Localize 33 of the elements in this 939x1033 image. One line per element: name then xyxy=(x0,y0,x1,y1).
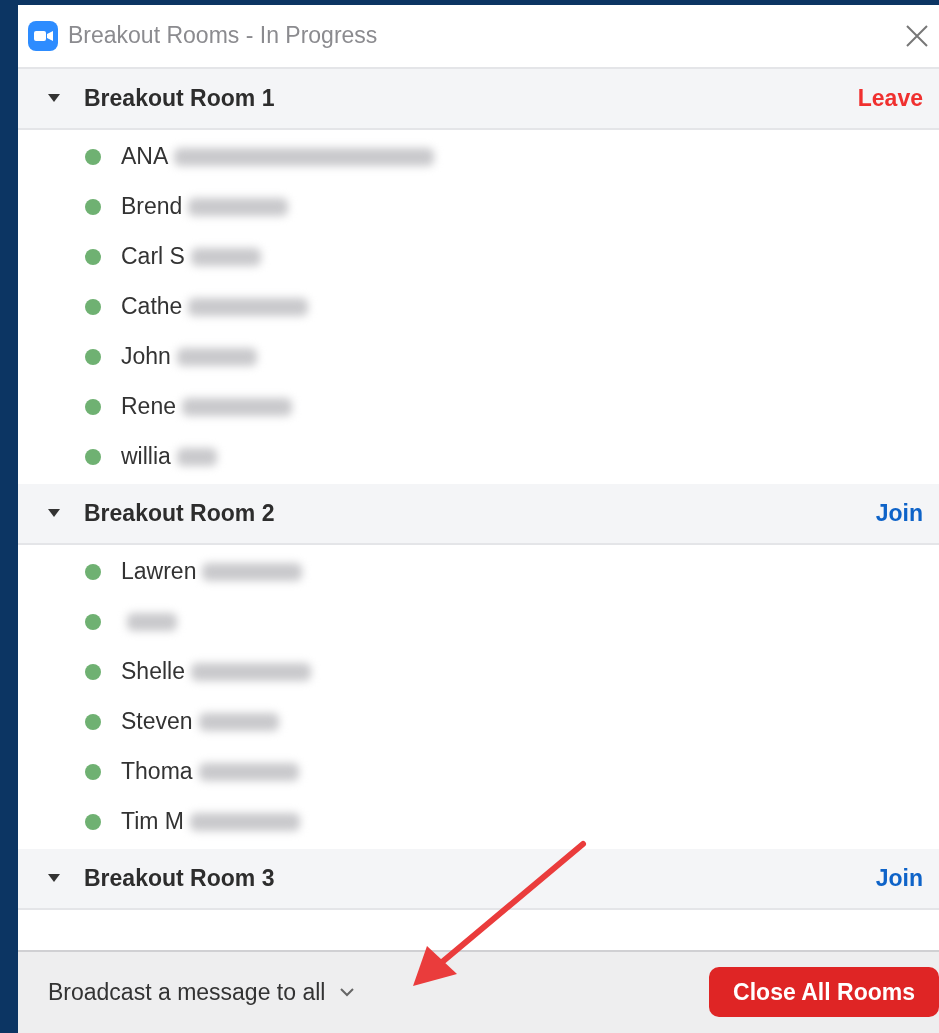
join-link[interactable]: Join xyxy=(875,864,923,892)
redaction-blur xyxy=(176,447,217,466)
room-name: Breakout Room 1 xyxy=(84,84,276,112)
video-camera-icon xyxy=(28,20,58,51)
participant-name: Shelle xyxy=(121,658,185,686)
participant-name: Brend xyxy=(121,193,183,221)
close-all-rooms-button[interactable]: Close All Rooms xyxy=(709,967,939,1018)
chevron-down-icon xyxy=(339,987,356,998)
leave-link[interactable]: Leave xyxy=(857,84,923,112)
redaction-blur xyxy=(190,247,261,266)
participant-name: Tim M xyxy=(121,808,184,836)
participant-name: John xyxy=(121,343,171,371)
participant-name: willia xyxy=(121,443,171,471)
room-name: Breakout Room 2 xyxy=(84,499,276,527)
redaction-blur xyxy=(127,612,177,631)
participant-name: Cathe xyxy=(121,293,183,321)
expand-triangle-icon[interactable] xyxy=(48,874,60,883)
join-link[interactable]: Join xyxy=(875,499,923,527)
room-header[interactable]: Breakout Room 1 Leave xyxy=(18,68,939,130)
participant-name: Lawren xyxy=(121,558,197,586)
participant-name: ANA xyxy=(121,143,169,171)
room-name: Breakout Room 3 xyxy=(84,864,276,892)
room-header[interactable]: Breakout Room 3 Join xyxy=(18,848,939,910)
participant-name: Thoma xyxy=(121,758,193,786)
expand-triangle-icon[interactable] xyxy=(48,509,60,518)
room-header[interactable]: Breakout Room 2 Join xyxy=(18,483,939,545)
participant-name: Steven xyxy=(121,708,193,736)
expand-triangle-icon[interactable] xyxy=(48,94,60,103)
window-title: Breakout Rooms - In Progress xyxy=(68,22,379,50)
participant-name: Rene xyxy=(121,393,176,421)
participant-name: Carl S xyxy=(121,243,185,271)
broadcast-dropdown[interactable]: Broadcast a message to all xyxy=(48,978,710,1006)
close-icon[interactable] xyxy=(905,23,929,48)
